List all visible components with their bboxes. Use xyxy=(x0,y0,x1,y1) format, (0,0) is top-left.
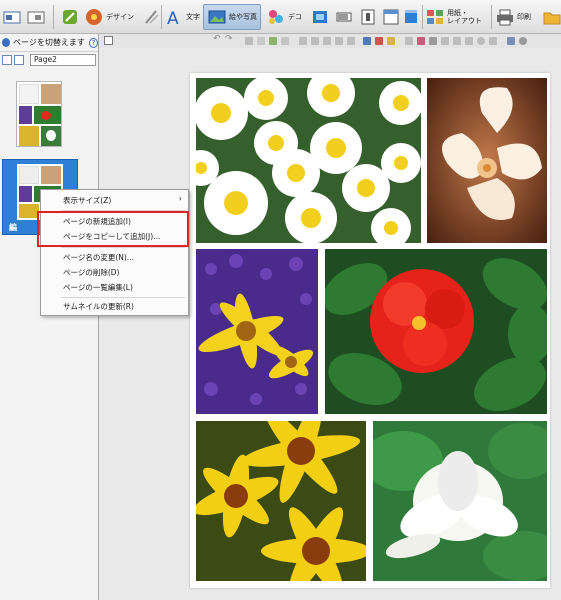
text-icon: A xyxy=(164,7,184,29)
text-style-icon[interactable] xyxy=(363,37,371,45)
deco-button[interactable]: デコ xyxy=(266,4,302,30)
cut-icon[interactable] xyxy=(245,37,253,45)
frame-toggle-icon[interactable] xyxy=(104,36,113,45)
page-name-field[interactable]: Page2 xyxy=(30,54,96,66)
settings-icon[interactable] xyxy=(519,37,527,45)
folder-icon xyxy=(542,7,561,27)
paper-layout-label: 用紙・ レイアウト xyxy=(447,9,482,25)
print-label: 印刷 xyxy=(517,12,531,21)
purple-yellow-image xyxy=(196,249,318,414)
info-icon xyxy=(358,7,378,27)
design-icon xyxy=(84,7,104,27)
menu-item-rename-page[interactable]: ページ名の変更(N)... xyxy=(63,252,134,263)
photo-purple-yellow[interactable] xyxy=(196,249,318,414)
info-dot-icon xyxy=(2,38,11,47)
align-left-icon[interactable] xyxy=(299,37,307,45)
photo-gazanias[interactable] xyxy=(196,421,366,581)
photo-icon xyxy=(207,7,227,27)
leaf-icon xyxy=(60,7,80,27)
photo-daisies[interactable] xyxy=(196,78,421,243)
barcode-button[interactable] xyxy=(334,4,354,30)
hibiscus-image xyxy=(325,249,547,414)
photo-button[interactable]: 絵や写真 xyxy=(203,4,261,30)
barcode-icon xyxy=(334,7,354,27)
brush-icon[interactable] xyxy=(387,37,395,45)
page-switch-header: ページを切替えます ? xyxy=(0,34,98,52)
svg-text:A: A xyxy=(167,9,179,27)
add-page-icon[interactable] xyxy=(2,55,12,65)
canvas-area xyxy=(100,48,561,600)
align-bottom-icon[interactable] xyxy=(347,37,355,45)
calendar-button[interactable] xyxy=(381,4,401,30)
folder-button[interactable] xyxy=(542,4,561,30)
shape-icon[interactable] xyxy=(477,37,485,45)
menu-item-refresh-thumbnail[interactable]: サムネイルの更新(R) xyxy=(63,301,134,312)
menu-item-display-size[interactable]: 表示サイズ(Z) xyxy=(63,195,111,206)
orchid-image xyxy=(427,78,547,243)
align-center-icon[interactable] xyxy=(311,37,319,45)
menu-item-list-edit[interactable]: ページの一覧編集(L) xyxy=(63,282,133,293)
deco-label: デコ xyxy=(288,12,302,21)
frame-icon xyxy=(310,7,330,27)
image-edit-icon[interactable] xyxy=(429,37,437,45)
layout-small-icon xyxy=(401,7,421,27)
crop-icon[interactable] xyxy=(441,37,449,45)
daisies-image xyxy=(196,78,421,243)
design-button[interactable]: デザイン xyxy=(84,4,134,30)
photo-label: 絵や写真 xyxy=(229,12,257,21)
zoom-icon[interactable] xyxy=(507,37,515,45)
design-label: デザイン xyxy=(106,12,134,21)
rotate-icon[interactable] xyxy=(453,37,461,45)
effect-icon[interactable] xyxy=(417,37,425,45)
print-button[interactable]: 印刷 xyxy=(495,4,531,30)
paper-layout-button[interactable]: 用紙・ レイアウト xyxy=(425,4,482,30)
text-button[interactable]: A 文字 xyxy=(164,4,200,30)
shadow-icon[interactable] xyxy=(489,37,497,45)
frame-button[interactable] xyxy=(310,4,330,30)
page-tools: Page2 xyxy=(0,52,98,68)
edit-icon[interactable] xyxy=(269,37,277,45)
gazanias-image xyxy=(196,421,366,581)
copy-view-button[interactable] xyxy=(26,4,46,30)
leaf-button[interactable] xyxy=(60,4,80,30)
trash-icon[interactable] xyxy=(281,37,289,45)
order-icon[interactable] xyxy=(405,37,413,45)
pen-icon xyxy=(142,7,162,27)
thumbnail-caption: 編 xyxy=(9,223,17,232)
align-top-icon[interactable] xyxy=(335,37,343,45)
undo-icon[interactable]: ↶ xyxy=(213,34,221,44)
info-button[interactable] xyxy=(358,4,378,30)
photo-hibiscus[interactable] xyxy=(325,249,547,414)
redo-icon[interactable]: ↷ xyxy=(225,34,233,44)
page-settings-icon[interactable] xyxy=(14,55,24,65)
submenu-arrow-icon: › xyxy=(178,194,182,203)
flip-icon[interactable] xyxy=(465,37,473,45)
calendar-icon xyxy=(381,7,401,27)
lotus-image xyxy=(373,421,547,581)
photo-lotus[interactable] xyxy=(373,421,547,581)
page-thumbnail-1[interactable] xyxy=(16,81,62,147)
color-icon[interactable] xyxy=(375,37,383,45)
photo-page xyxy=(190,73,550,588)
print-icon xyxy=(495,7,515,27)
context-menu: 表示サイズ(Z) › ページの新規追加(I) ページをコピーして追加(J)...… xyxy=(40,189,189,316)
highlight-box xyxy=(37,211,189,247)
page-icon xyxy=(2,7,22,27)
layout-small-button[interactable] xyxy=(401,4,421,30)
page-panel: ページを切替えます ? Page2 編 xyxy=(0,34,99,600)
copy-icon xyxy=(26,7,46,27)
photo-orchid[interactable] xyxy=(427,78,547,243)
menu-item-delete-page[interactable]: ページの削除(D) xyxy=(63,267,119,278)
pen-button[interactable] xyxy=(142,4,162,30)
align-right-icon[interactable] xyxy=(323,37,331,45)
edit-tools-row: ↶ ↷ xyxy=(100,34,561,48)
layout-icon xyxy=(425,7,445,27)
main-toolbar: デザイン A 文字 絵や写真 デコ 用紙・ レイアウト 印刷 xyxy=(0,0,561,34)
page-view-button[interactable] xyxy=(2,4,22,30)
deco-icon xyxy=(266,7,286,27)
copy-small-icon[interactable] xyxy=(257,37,265,45)
help-icon[interactable]: ? xyxy=(88,37,98,48)
text-label: 文字 xyxy=(186,12,200,21)
page-switch-label: ページを切替えます xyxy=(13,38,85,47)
